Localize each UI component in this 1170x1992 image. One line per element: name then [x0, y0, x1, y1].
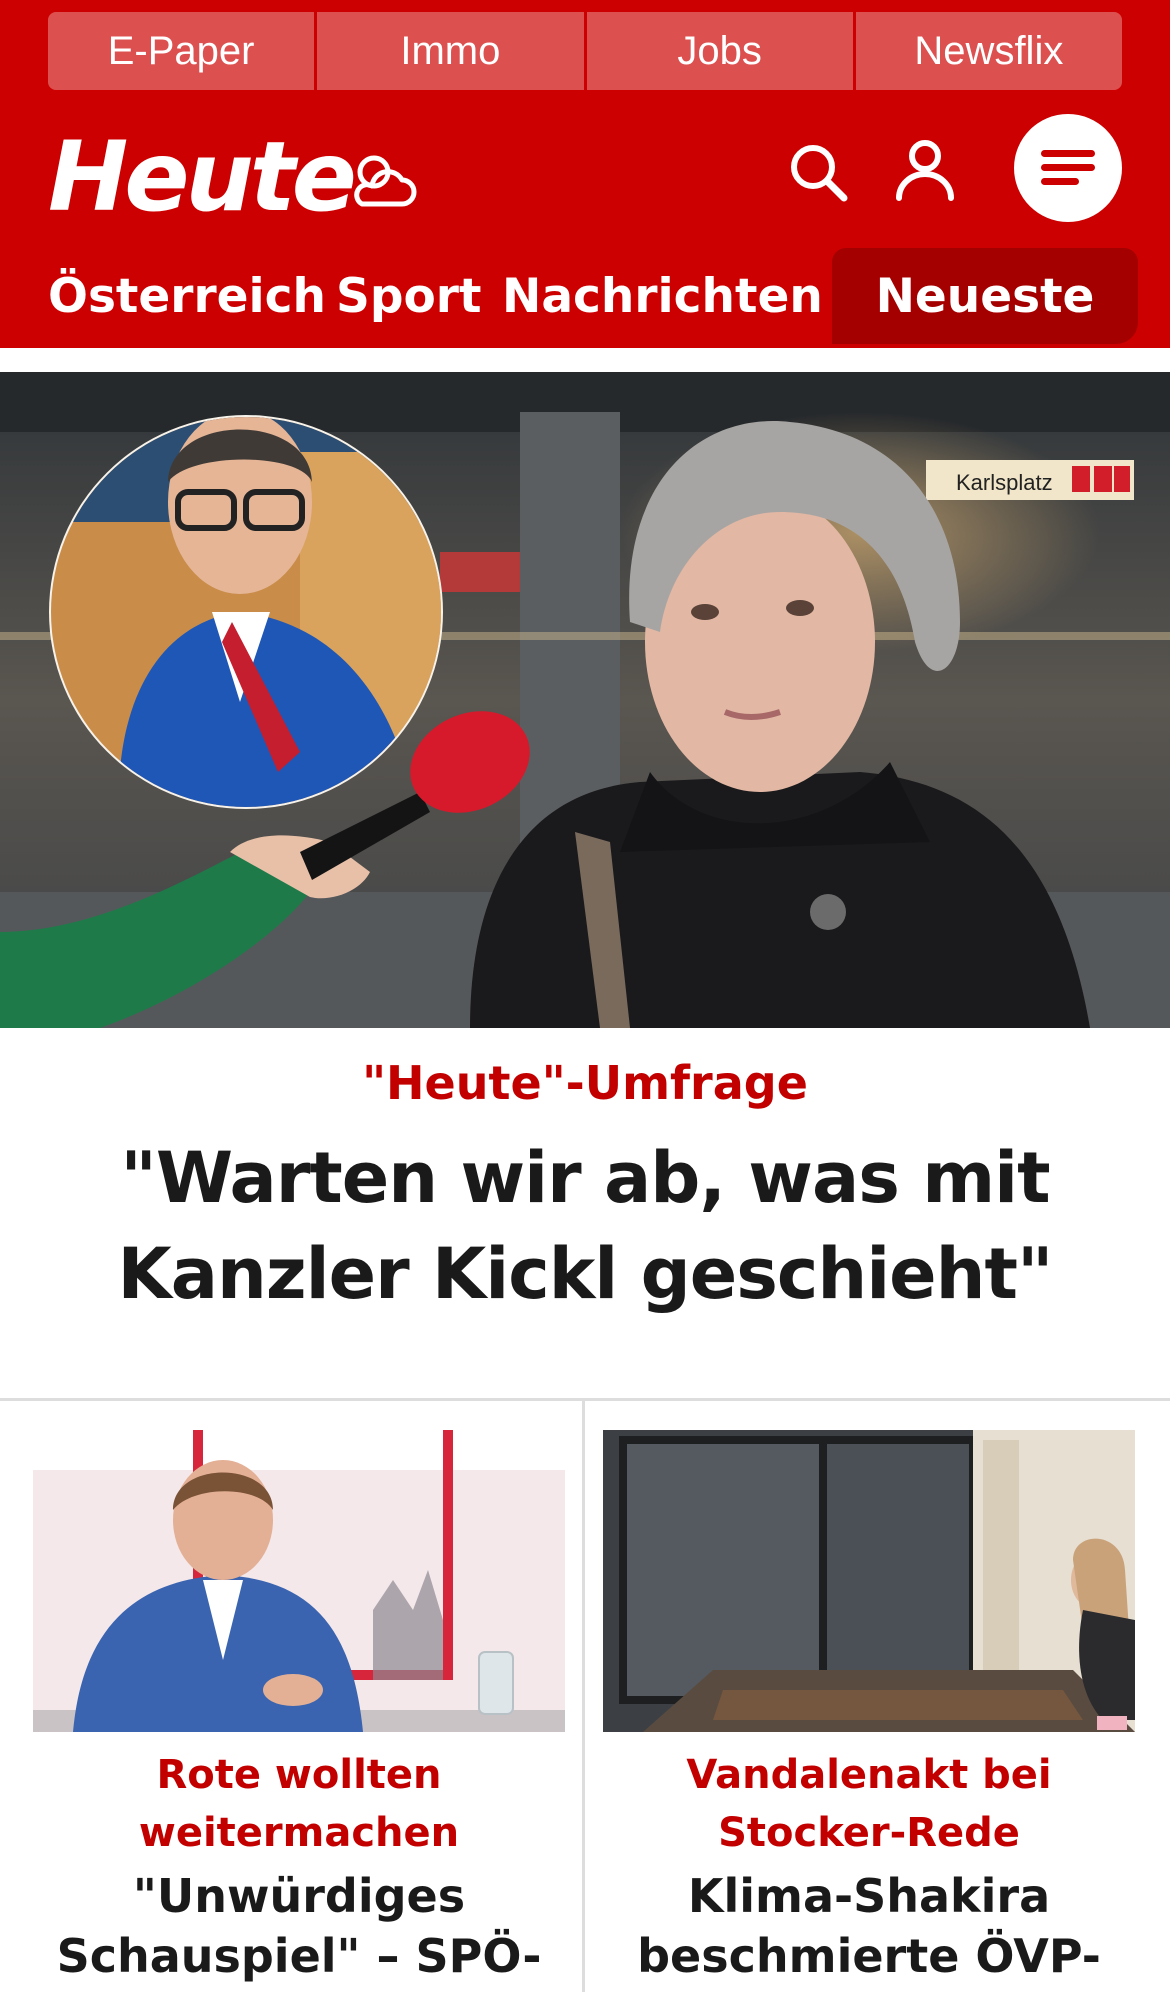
nav-oesterreich[interactable]: Österreich — [48, 248, 326, 344]
menu-icon — [1041, 150, 1095, 185]
search-icon[interactable] — [786, 140, 850, 204]
topnav-jobs[interactable]: Jobs — [586, 12, 856, 90]
section-divider — [0, 1398, 1170, 1401]
column-divider — [582, 1400, 585, 1992]
nav-sport[interactable]: Sport — [336, 248, 481, 344]
user-icon[interactable] — [892, 136, 958, 202]
nav-nachrichten[interactable]: Nachrichten — [502, 248, 823, 344]
hero-kicker[interactable]: "Heute"-Umfrage — [0, 1056, 1170, 1110]
site-header: E-Paper Immo Jobs Newsflix Heute Österre… — [0, 0, 1170, 348]
card-title[interactable]: "Unwürdiges Schauspiel" – SPÖ- — [33, 1866, 565, 1986]
top-service-nav: E-Paper Immo Jobs Newsflix — [48, 12, 1122, 90]
hero-article-image[interactable]: Karlsplatz — [0, 372, 1170, 1028]
main-category-nav: Österreich Sport Nachrichten Neueste — [0, 248, 1170, 348]
menu-button[interactable] — [1014, 114, 1122, 222]
card-kicker[interactable]: Vandalenakt bei Stocker-Rede — [603, 1746, 1135, 1862]
article-card-right[interactable]: Vandalenakt bei Stocker-Rede Klima-Shaki… — [603, 1430, 1135, 1986]
site-logo[interactable]: Heute — [48, 122, 357, 232]
topnav-newsflix[interactable]: Newsflix — [855, 12, 1122, 90]
card-image-politician[interactable] — [33, 1430, 565, 1732]
hero-headline[interactable]: "Warten wir ab, was mit Kanzler Kickl ge… — [20, 1130, 1150, 1322]
weather-cloud-sun-icon[interactable] — [344, 146, 420, 222]
card-image-vandalism[interactable] — [603, 1430, 1135, 1732]
nav-neueste[interactable]: Neueste — [832, 248, 1138, 344]
article-card-left[interactable]: Rote wollten weitermachen "Unwürdiges Sc… — [33, 1430, 565, 1986]
card-title[interactable]: Klima-Shakira beschmierte ÖVP- — [603, 1866, 1135, 1986]
topnav-immo[interactable]: Immo — [317, 12, 587, 90]
topnav-epaper[interactable]: E-Paper — [48, 12, 318, 90]
station-sign-text: Karlsplatz — [956, 470, 1053, 495]
card-kicker[interactable]: Rote wollten weitermachen — [33, 1746, 565, 1862]
